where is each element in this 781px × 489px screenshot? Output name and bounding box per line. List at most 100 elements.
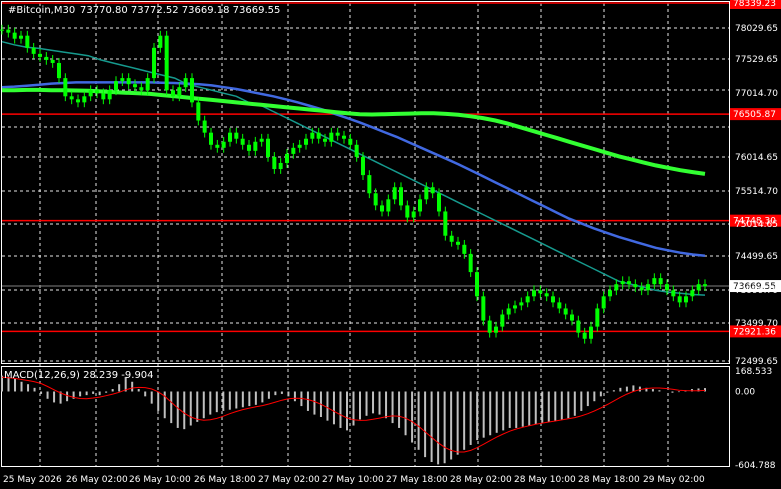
candle-body xyxy=(190,78,194,103)
candle-body xyxy=(164,35,169,91)
candle-body xyxy=(177,87,182,97)
candle-body xyxy=(551,296,555,303)
chart-canvas[interactable]: 78339.2376505.8774748.3072921.3673669.55… xyxy=(0,0,781,489)
candle-body xyxy=(582,332,587,339)
candle-body xyxy=(171,90,175,97)
candle-body xyxy=(240,138,245,145)
price-tick: 73999.70 xyxy=(735,286,778,296)
symbol-timeframe: #Bitcoin,M30 xyxy=(8,5,75,16)
level-label: 76505.87 xyxy=(733,110,776,120)
time-tick: 26 May 18:00 xyxy=(194,475,256,485)
price-tick: 73499.70 xyxy=(735,319,778,329)
candle-body xyxy=(418,199,422,212)
price-tick: 77014.70 xyxy=(735,89,778,99)
candle-body xyxy=(456,241,460,245)
candle-body xyxy=(380,205,384,212)
candle-body xyxy=(152,47,156,79)
candle-body xyxy=(114,81,118,91)
candle-body xyxy=(31,47,36,54)
candle-body xyxy=(278,162,283,170)
candle-body xyxy=(563,308,568,315)
candle-body xyxy=(253,141,258,151)
candle-body xyxy=(589,326,593,339)
candle-body xyxy=(475,272,479,297)
time-tick: 28 May 18:00 xyxy=(578,475,640,485)
macd-tick: -604.788 xyxy=(735,461,776,471)
candle-body xyxy=(139,87,144,91)
candle-body xyxy=(12,32,17,39)
candle-body xyxy=(487,320,492,333)
candle-body xyxy=(221,141,226,148)
candle-body xyxy=(652,278,657,285)
candle-body xyxy=(25,35,30,48)
candle-body xyxy=(703,284,707,287)
candle-body xyxy=(0,29,4,31)
candle-body xyxy=(44,56,49,60)
price-tick: 75014.65 xyxy=(735,220,778,230)
level-label: 78339.23 xyxy=(733,0,776,9)
candle-body xyxy=(247,144,251,151)
candle-body xyxy=(63,78,68,97)
candle-body xyxy=(538,290,543,294)
candle-body xyxy=(101,93,106,100)
candle-body xyxy=(424,187,429,200)
candle-body xyxy=(316,132,321,139)
candle-body xyxy=(639,287,644,291)
time-tick: 29 May 02:00 xyxy=(643,475,705,485)
candle-body xyxy=(595,308,600,327)
time-axis: 25 May 2026 26 May 02:00 26 May 10:00 26 Ma… xyxy=(3,475,705,485)
candle-body xyxy=(506,308,511,315)
candle-body xyxy=(532,290,536,297)
candle-body xyxy=(76,99,80,103)
macd-tick: 168.533 xyxy=(735,367,772,377)
candle-body xyxy=(684,296,688,303)
candle-body xyxy=(335,132,340,136)
candle-body xyxy=(266,138,270,157)
candle-body xyxy=(19,35,23,39)
ma-fast-line xyxy=(1,40,706,296)
candle-body xyxy=(145,78,150,91)
candle-body xyxy=(449,235,454,242)
candle-body xyxy=(215,144,220,148)
candle-body xyxy=(570,314,574,321)
candle-body xyxy=(234,132,239,139)
candle-body xyxy=(285,153,289,163)
candle-body xyxy=(107,90,112,100)
candle-body xyxy=(57,62,61,79)
price-candles xyxy=(0,24,707,344)
candle-body xyxy=(627,281,631,285)
candle-body xyxy=(608,290,612,297)
candle-body xyxy=(202,120,207,133)
candle-body xyxy=(310,132,315,139)
time-tick: 27 May 10:00 xyxy=(322,475,384,485)
price-tick: 78029.65 xyxy=(735,24,778,34)
candle-body xyxy=(228,132,232,142)
grid xyxy=(2,3,729,466)
candle-body xyxy=(468,253,473,273)
candle-body xyxy=(437,193,441,212)
candle-body xyxy=(665,284,669,291)
price-tick: 75514.70 xyxy=(735,187,778,197)
indicator-pane-frame xyxy=(1,366,730,467)
price-tick: 74499.65 xyxy=(735,252,778,262)
candle-body xyxy=(494,326,498,333)
candle-body xyxy=(430,187,435,194)
price-tick: 72499.65 xyxy=(735,357,778,367)
candle-body xyxy=(38,53,42,57)
price-tick: 77529.65 xyxy=(735,55,778,65)
time-tick: 26 May 02:00 xyxy=(66,475,128,485)
candle-body xyxy=(576,320,581,333)
chart-header: #Bitcoin,M30 73770.80 73772.52 73669.18 … xyxy=(8,5,280,16)
candle-body xyxy=(209,132,213,145)
candle-body xyxy=(462,244,467,254)
candle-body xyxy=(95,90,99,94)
candle-body xyxy=(323,138,327,142)
candle-body xyxy=(183,78,188,88)
candle-body xyxy=(386,199,391,212)
moving-averages xyxy=(1,40,706,296)
macd-histogram xyxy=(1,375,706,465)
candle-body xyxy=(272,156,277,170)
candle-body xyxy=(342,135,346,139)
candle-body xyxy=(373,193,378,206)
candle-body xyxy=(50,59,55,63)
